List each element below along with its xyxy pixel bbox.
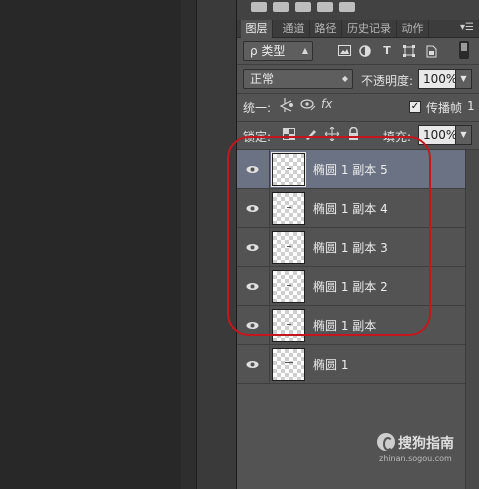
collapsed-panel-icon[interactable] xyxy=(317,2,333,12)
tab-paths[interactable]: 路径 xyxy=(310,20,342,38)
layer-name[interactable]: 椭圆 1 副本 2 xyxy=(313,278,388,295)
layer-thumbnail xyxy=(272,348,305,381)
divider xyxy=(237,93,479,94)
tab-actions[interactable]: 动作 xyxy=(397,20,429,38)
lock-transparent-pixels-icon[interactable] xyxy=(283,128,295,143)
layer-row[interactable]: 椭圆 1 副本 2 xyxy=(237,267,465,306)
collapsed-panel-icon[interactable] xyxy=(339,2,355,12)
chevron-updown-icon: ◆ xyxy=(341,74,348,83)
unify-visibility-icon[interactable] xyxy=(299,98,317,115)
filter-kind-label: ρ 类型 xyxy=(250,44,286,58)
layer-row[interactable]: 椭圆 1 副本 xyxy=(237,306,465,345)
layer-name[interactable]: 椭圆 1 副本 5 xyxy=(313,161,388,178)
panel-menu-icon[interactable]: ▾☰ xyxy=(460,22,474,33)
layer-name[interactable]: 椭圆 1 副本 3 xyxy=(313,239,388,256)
eye-icon[interactable] xyxy=(246,319,259,332)
opacity-input[interactable]: 100% xyxy=(418,69,457,89)
panel-top-strip xyxy=(237,0,479,20)
layer-row[interactable]: 椭圆 1 副本 4 xyxy=(237,189,465,228)
lock-position-icon[interactable] xyxy=(324,126,340,144)
collapsed-panel-icon[interactable] xyxy=(273,2,289,12)
panel-tabs: 图层 通道 路径 历史记录 动作 ▾☰ xyxy=(237,20,479,38)
eye-icon[interactable] xyxy=(246,202,259,215)
propagate-frame-checkbox[interactable]: ✓ xyxy=(409,101,421,113)
smart-object-filter-icon[interactable] xyxy=(424,45,438,58)
propagate-frame-count: 1 xyxy=(467,99,475,113)
shape-filter-icon[interactable] xyxy=(402,45,416,57)
image-filter-icon[interactable] xyxy=(337,45,351,57)
lock-image-pixels-icon[interactable] xyxy=(304,127,318,144)
layers-scrollbar[interactable] xyxy=(465,150,479,489)
layer-thumbnail xyxy=(271,152,306,187)
layer-row[interactable]: 椭圆 1 xyxy=(237,345,465,384)
layer-thumbnail xyxy=(272,309,305,342)
divider xyxy=(237,64,479,65)
unify-style-icon[interactable]: fx xyxy=(321,97,332,111)
layers-panel: 图层 通道 路径 历史记录 动作 ▾☰ ρ 类型 ▲ T 正常 ◆ 不透明度: … xyxy=(236,0,479,489)
lock-label: 锁定: xyxy=(243,130,272,144)
layer-thumbnail xyxy=(272,192,305,225)
tab-layers[interactable]: 图层 xyxy=(241,20,273,38)
opacity-dropdown-button[interactable]: ▼ xyxy=(455,69,472,89)
layer-thumbnail xyxy=(272,231,305,264)
filter-kind-dropdown[interactable]: ρ 类型 ▲ xyxy=(243,41,313,61)
layer-row[interactable]: 椭圆 1 副本 5 xyxy=(237,150,465,189)
propagate-frame-label: 传播帧 xyxy=(426,101,463,115)
eye-icon[interactable] xyxy=(246,280,259,293)
fill-label: 填充: xyxy=(383,130,412,144)
blend-mode-dropdown[interactable]: 正常 ◆ xyxy=(243,69,353,89)
layer-name[interactable]: 椭圆 1 副本 4 xyxy=(313,200,388,217)
collapsed-panel-icon[interactable] xyxy=(251,2,267,12)
collapsed-panel-icon[interactable] xyxy=(295,2,311,12)
watermark-brand: 搜狗指南 xyxy=(398,436,454,452)
adjustment-filter-icon[interactable] xyxy=(358,45,372,57)
chevron-updown-icon: ▲ xyxy=(301,46,308,55)
unify-label: 统一: xyxy=(243,101,272,115)
opacity-label: 不透明度: xyxy=(361,74,414,88)
eye-icon[interactable] xyxy=(246,241,259,254)
layer-name[interactable]: 椭圆 1 副本 xyxy=(313,317,376,334)
layer-name[interactable]: 椭圆 1 xyxy=(313,356,348,373)
tab-history[interactable]: 历史记录 xyxy=(342,20,397,38)
blend-mode-value: 正常 xyxy=(250,72,275,86)
layer-row[interactable]: 椭圆 1 副本 3 xyxy=(237,228,465,267)
lock-all-icon[interactable] xyxy=(348,126,359,144)
collapsed-dock xyxy=(196,0,236,489)
divider xyxy=(269,267,270,306)
divider xyxy=(269,189,270,228)
eye-icon[interactable] xyxy=(246,358,259,371)
fill-dropdown-button[interactable]: ▼ xyxy=(455,125,472,145)
fill-input[interactable]: 100% xyxy=(418,125,457,145)
filter-toggle-switch[interactable] xyxy=(459,41,469,59)
eye-icon[interactable] xyxy=(246,163,259,176)
tab-channels[interactable]: 通道 xyxy=(278,20,310,38)
unify-position-icon[interactable] xyxy=(279,98,295,115)
text-filter-icon[interactable]: T xyxy=(380,45,394,57)
divider xyxy=(269,345,270,384)
divider xyxy=(269,150,270,189)
canvas-area xyxy=(0,0,181,489)
layer-thumbnail xyxy=(272,270,305,303)
dock-divider[interactable] xyxy=(181,0,196,489)
divider xyxy=(269,228,270,267)
sogou-logo-icon xyxy=(377,433,395,451)
divider xyxy=(237,121,479,122)
watermark-url: zhinan.sogou.com xyxy=(379,454,452,463)
divider xyxy=(269,306,270,345)
